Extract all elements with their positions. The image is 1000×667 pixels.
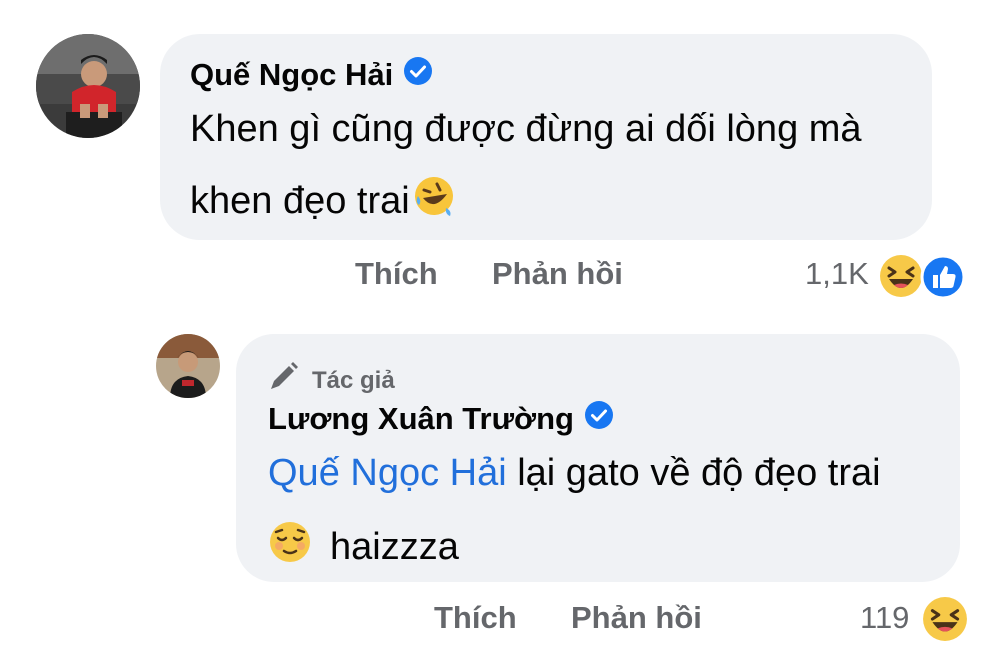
reply-reaction-count[interactable]: 119 (860, 600, 909, 636)
reply-text-line2-text: haizzza (330, 525, 459, 568)
pencil-icon (268, 362, 300, 399)
mention-link[interactable]: Quế Ngọc Hải (268, 452, 507, 494)
verified-badge-icon (403, 56, 433, 94)
reply-text-line2: haizzza (268, 520, 459, 574)
comment-like-button[interactable]: Thích (355, 256, 438, 292)
reply-author-name[interactable]: Lương Xuân Trường (268, 401, 574, 437)
reply-text-line1: Quế Ngọc Hải lại gato về độ đẹo trai (268, 452, 881, 495)
comment-author[interactable]: Quế Ngọc Hải (190, 56, 433, 94)
reply-reply-button[interactable]: Phản hồi (571, 600, 702, 636)
reply-like-button[interactable]: Thích (434, 600, 517, 636)
comment-text-line2-text: khen đẹo trai (190, 179, 410, 222)
verified-badge-icon (584, 400, 614, 438)
comment-text-line1: Khen gì cũng được đừng ai dối lòng mà (190, 108, 862, 150)
comment-reply-button[interactable]: Phản hồi (492, 256, 623, 292)
reply-author-avatar[interactable] (156, 334, 220, 398)
reply-text-line1-rest: lại gato về độ đẹo trai (506, 452, 881, 494)
reaction-haha-icon[interactable] (922, 596, 968, 647)
commenter-avatar[interactable] (36, 34, 140, 138)
reply-author[interactable]: Lương Xuân Trường (268, 400, 614, 438)
comment-text-line2: khen đẹo trai (190, 174, 456, 228)
rofl-emoji-icon (412, 174, 456, 228)
reaction-haha-icon[interactable] (879, 254, 923, 303)
reaction-like-icon[interactable] (920, 254, 966, 305)
comment-reaction-count[interactable]: 1,1K (805, 256, 869, 292)
author-tag-label: Tác giả (312, 366, 395, 394)
comment-author-name[interactable]: Quế Ngọc Hải (190, 57, 393, 93)
relieved-emoji-icon (268, 520, 312, 574)
author-tag: Tác giả (268, 362, 395, 399)
